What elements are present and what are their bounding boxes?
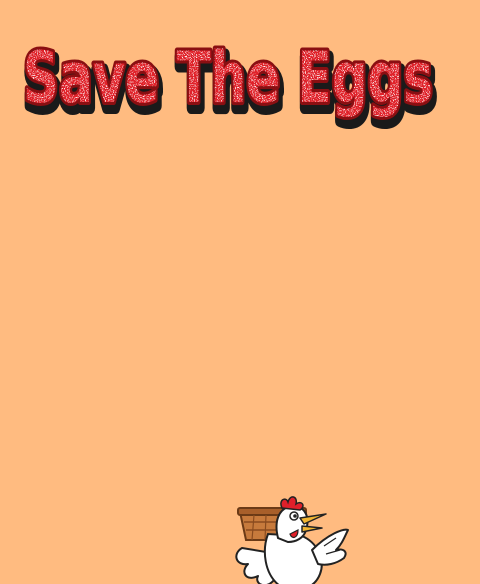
game-title: Save The Eggs — [23, 37, 433, 119]
chicken-with-basket-icon[interactable] — [232, 494, 356, 584]
game-title-logo: Save The Eggs Save The Eggs Save The Egg… — [19, 34, 441, 131]
game-canvas[interactable]: Save The Eggs Save The Eggs Save The Egg… — [0, 0, 480, 584]
